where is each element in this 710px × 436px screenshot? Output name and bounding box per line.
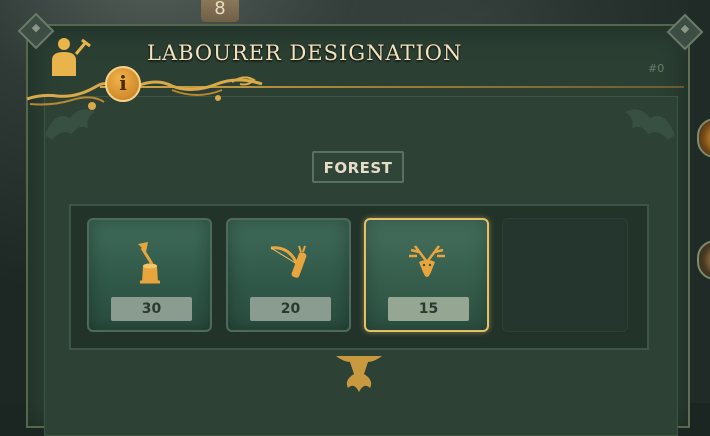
- job-slot-deer-hunter[interactable]: 15: [364, 218, 489, 332]
- info-button[interactable]: i: [105, 66, 141, 102]
- job-slot-woodcutter[interactable]: 30: [87, 218, 212, 332]
- right-edge-panel: [688, 0, 710, 403]
- slot-count: 30: [111, 297, 192, 321]
- slot-count: 15: [388, 297, 469, 321]
- info-icon: i: [119, 71, 127, 95]
- dialog-id-tag: #0: [648, 62, 665, 75]
- region-label: FOREST: [312, 151, 404, 183]
- slot-count: 20: [250, 297, 331, 321]
- tree-stump-axe-icon: [137, 242, 160, 284]
- bottom-scroll-ornament-icon: [336, 356, 382, 392]
- dragon-emblem-right-icon: [625, 109, 675, 140]
- labourer-person-icon: [52, 38, 91, 76]
- job-slot-hunter[interactable]: 20: [226, 218, 351, 332]
- top-tab-glyph: 8: [214, 0, 226, 19]
- top-tab[interactable]: 8: [201, 0, 239, 22]
- bow-and-arrows-icon: [270, 245, 306, 278]
- deer-antlers-icon: [408, 245, 445, 277]
- job-slot-empty[interactable]: [502, 218, 628, 332]
